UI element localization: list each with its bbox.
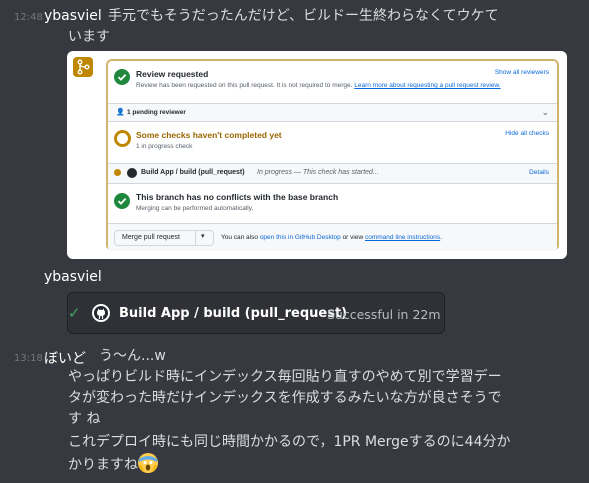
check-status: In progress — This check has started...: [257, 169, 379, 176]
message-author[interactable]: ybasviel: [44, 8, 102, 24]
check-name: Build App / build (pull_request): [141, 169, 245, 176]
message-text-line: す ね: [68, 411, 101, 427]
learn-more-link[interactable]: Learn more about requesting a pull reque…: [354, 82, 500, 89]
github-logo-icon: [92, 304, 110, 322]
review-title: Review requested: [136, 69, 209, 79]
person-icon: 👤: [116, 109, 125, 116]
check-circle-icon: [114, 193, 130, 209]
message-text-line: やっぱりビルド時にインデックス毎回貼り直すのやめて別で学習デー: [68, 369, 502, 385]
check-run-embed[interactable]: ✓ Build App / build (pull_request) Succe…: [67, 292, 445, 334]
message-author[interactable]: ぼいど: [44, 348, 86, 368]
merge-bar: Merge pull request ▾ You can also open t…: [108, 223, 557, 251]
pending-reviewer-label: 1 pending reviewer: [127, 109, 186, 116]
merge-status-box: Review requested Show all reviewers Revi…: [106, 59, 559, 251]
pending-reviewer-row[interactable]: 👤 1 pending reviewer ⌄: [108, 103, 557, 121]
checks-title: Some checks haven't completed yet: [136, 130, 282, 140]
cli-instructions-link[interactable]: command line instructions: [365, 234, 440, 241]
message-author[interactable]: ybasviel: [44, 269, 102, 285]
show-all-reviewers-link[interactable]: Show all reviewers: [495, 69, 549, 76]
message-timestamp: 12:48: [14, 12, 43, 23]
screaming-face-emoji: [138, 453, 158, 473]
review-requested-row: Review requested Show all reviewers Revi…: [108, 61, 557, 103]
conflicts-title: This branch has no conflicts with the ba…: [136, 192, 339, 202]
open-desktop-link[interactable]: open this in GitHub Desktop: [260, 234, 341, 241]
message-text-line: これデプロイ時にも同じ時間かかるので，1PR Mergeするのに44分か: [68, 434, 511, 450]
message-text-line: います: [68, 29, 110, 45]
in-progress-dot-icon: [114, 169, 121, 176]
checkmark-icon: ✓: [68, 304, 81, 322]
message-text-line: 手元でもそうだったんだけど、ビルドー生終わらなくてウケて: [108, 8, 499, 24]
caret-down-icon[interactable]: ▾: [201, 232, 205, 240]
check-circle-icon: [114, 69, 130, 85]
conflicts-subtitle: Merging can be performed automatically.: [136, 205, 254, 212]
chevron-down-icon[interactable]: ⌄: [541, 107, 549, 118]
conflicts-row: This branch has no conflicts with the ba…: [108, 183, 557, 223]
pull-request-screenshot[interactable]: Review requested Show all reviewers Revi…: [67, 51, 567, 259]
message-timestamp: 13:18: [14, 353, 43, 364]
message-text-line: う〜ん...w: [99, 348, 166, 364]
review-subtitle: Review has been requested on this pull r…: [136, 82, 501, 89]
git-merge-icon: [73, 57, 93, 77]
check-embed-name: Build App / build (pull_request): [119, 306, 348, 321]
check-embed-status: Successful in 22m: [327, 307, 441, 322]
pending-circle-icon: [114, 130, 131, 147]
merge-button-label: Merge pull request: [122, 234, 180, 241]
checks-row: Some checks haven't completed yet Hide a…: [108, 121, 557, 163]
message-text-line: かりますね: [68, 453, 158, 476]
message-text-line: タが変わった時だけインデックスを作成するみたいな方が良さそうで: [68, 390, 502, 406]
checks-subtitle: 1 in progress check: [136, 143, 193, 150]
check-item-row: Build App / build (pull_request) In prog…: [108, 163, 557, 183]
merge-pull-request-button[interactable]: Merge pull request ▾: [114, 230, 214, 246]
hide-all-checks-link[interactable]: Hide all checks: [505, 130, 549, 137]
merge-alternatives: You can also open this in GitHub Desktop…: [221, 234, 442, 241]
github-logo-icon: [127, 168, 137, 178]
details-link[interactable]: Details: [529, 169, 549, 176]
